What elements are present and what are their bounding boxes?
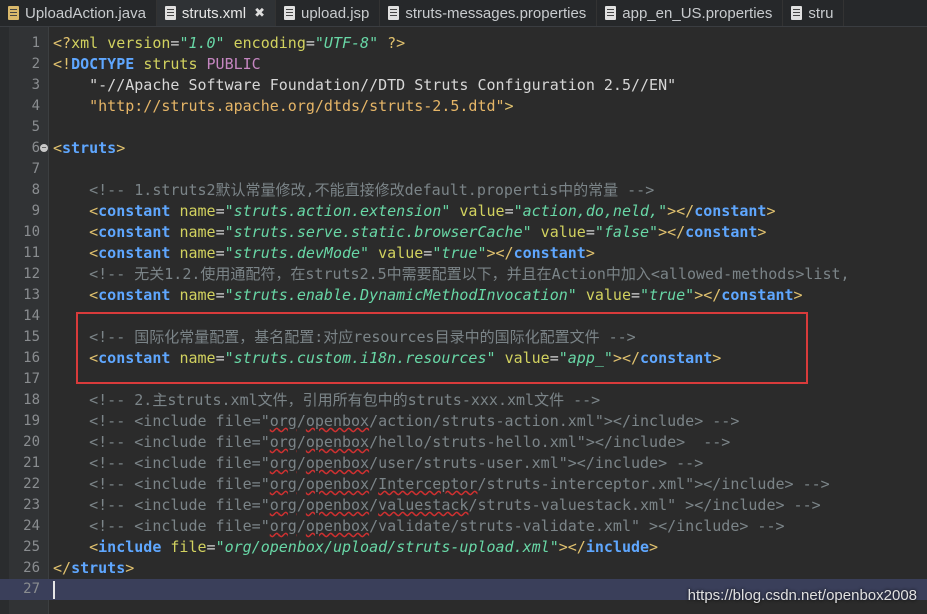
code-text: <!-- <include file="org/openbox/user/str… <box>89 454 704 472</box>
code-line[interactable]: 11 <constant name="struts.devMode" value… <box>0 243 927 264</box>
line-number: 21 <box>23 455 40 471</box>
line-number: 11 <box>23 245 40 261</box>
code-line[interactable]: 9 <constant name="struts.action.extensio… <box>0 201 927 222</box>
code-line[interactable]: 18 <!-- 2.主struts.xml文件，引用所有包中的struts-xx… <box>0 390 927 411</box>
code-line[interactable]: 21 <!-- <include file="org/openbox/user/… <box>0 453 927 474</box>
xml-file-icon <box>791 6 803 20</box>
code-text: <include file="org/openbox/upload/struts… <box>89 538 659 556</box>
code-text: <constant name="struts.devMode" value="t… <box>89 244 595 262</box>
code-text: <!-- 无关1.2.使用通配符，在struts2.5中需要配置以下，并且在Ac… <box>89 265 850 283</box>
tab-label: upload.jsp <box>301 4 370 22</box>
code-line[interactable]: 5 <box>0 117 927 138</box>
code-line[interactable]: 10 <constant name="struts.serve.static.b… <box>0 222 927 243</box>
code-text: <struts> <box>53 139 126 157</box>
code-line[interactable]: 12 <!-- 无关1.2.使用通配符，在struts2.5中需要配置以下，并且… <box>0 264 927 285</box>
fold-toggle-icon[interactable]: − <box>40 144 48 152</box>
code-line[interactable]: 14 <box>0 306 927 327</box>
java-file-icon <box>8 6 19 20</box>
line-number: 4 <box>31 98 40 114</box>
line-number: 22 <box>23 476 40 492</box>
code-line[interactable]: 2 <!DOCTYPE struts PUBLIC <box>0 54 927 75</box>
tab-label: app_en_US.properties <box>622 4 773 22</box>
tab-label: struts-messages.properties <box>405 4 587 22</box>
code-text: <!-- 1.struts2默认常量修改,不能直接修改default.prope… <box>89 181 655 199</box>
code-text: <?xml version="1.0" encoding="UTF-8" ?> <box>53 34 406 52</box>
line-number: 26 <box>23 560 40 576</box>
code-line[interactable]: 16 <constant name="struts.custom.i18n.re… <box>0 348 927 369</box>
watermark: https://blog.csdn.net/openbox2008 <box>687 587 917 604</box>
code-text: <!-- <include file="org/openbox/valuesta… <box>89 496 821 514</box>
code-text: <!-- 2.主struts.xml文件，引用所有包中的struts-xxx.x… <box>89 391 601 409</box>
code-text: <!DOCTYPE struts PUBLIC <box>53 55 261 73</box>
tab-upload-jsp[interactable]: upload.jsp <box>276 0 381 26</box>
line-number: 2 <box>31 56 40 72</box>
code-line[interactable]: 20 <!-- <include file="org/openbox/hello… <box>0 432 927 453</box>
code-line[interactable]: 19 <!-- <include file="org/openbox/actio… <box>0 411 927 432</box>
tab-struts-messages-properties[interactable]: struts-messages.properties <box>380 0 598 26</box>
properties-file-icon <box>605 6 617 20</box>
code-line[interactable]: 23 <!-- <include file="org/openbox/value… <box>0 495 927 516</box>
line-number: 23 <box>23 497 40 513</box>
code-line[interactable]: 26 </struts> <box>0 558 927 579</box>
code-line[interactable]: 7 <box>0 159 927 180</box>
line-number: 12 <box>23 266 40 282</box>
code-text: <!-- <include file="org/openbox/hello/st… <box>89 433 731 451</box>
code-text: <constant name="struts.enable.DynamicMet… <box>89 286 803 304</box>
tab-label: struts.xml <box>181 4 247 22</box>
code-text: <constant name="struts.custom.i18n.resou… <box>89 349 722 367</box>
code-editor[interactable]: 1 <?xml version="1.0" encoding="UTF-8" ?>… <box>0 27 927 614</box>
properties-file-icon <box>388 6 400 20</box>
code-line[interactable]: 15 <!-- 国际化常量配置，基名配置:对应resources目录中的国际化配… <box>0 327 927 348</box>
line-number: 19 <box>23 413 40 429</box>
line-number: 27 <box>23 581 40 597</box>
code-line[interactable]: 22 <!-- <include file="org/openbox/Inter… <box>0 474 927 495</box>
text-cursor <box>53 581 55 599</box>
code-text: <!-- <include file="org/openbox/Intercep… <box>89 475 830 493</box>
code-line[interactable]: 3 "-//Apache Software Foundation//DTD St… <box>0 75 927 96</box>
code-text: </struts> <box>53 559 135 577</box>
code-text: "-//Apache Software Foundation//DTD Stru… <box>89 76 677 94</box>
code-line[interactable]: 13 <constant name="struts.enable.Dynamic… <box>0 285 927 306</box>
line-number: 14 <box>23 308 40 324</box>
line-number: 24 <box>23 518 40 534</box>
tab-stru[interactable]: stru <box>783 0 845 26</box>
tab-struts-xml[interactable]: struts.xml ✖ <box>156 0 276 26</box>
code-text: <!-- <include file="org/openbox/action/s… <box>89 412 740 430</box>
line-number: 6 <box>31 140 40 156</box>
tab-uploadaction-java[interactable]: UploadAction.java <box>0 0 157 26</box>
code-text: <constant name="struts.serve.static.brow… <box>89 223 767 241</box>
tab-label: stru <box>808 4 834 22</box>
line-number: 5 <box>31 119 40 135</box>
line-number: 9 <box>31 203 40 219</box>
line-number: 3 <box>31 77 40 93</box>
line-number: 10 <box>23 224 40 240</box>
line-number: 17 <box>23 371 40 387</box>
code-text: "http://struts.apache.org/dtds/struts-2.… <box>89 97 514 115</box>
editor-tab-bar: UploadAction.java struts.xml ✖ upload.jsp st… <box>0 0 927 27</box>
close-tab-icon[interactable]: ✖ <box>254 5 265 21</box>
tab-label: UploadAction.java <box>25 4 146 22</box>
tab-app-en-us-properties[interactable]: app_en_US.properties <box>597 0 784 26</box>
code-line[interactable]: 17 <box>0 369 927 390</box>
line-number: 7 <box>31 161 40 177</box>
code-line[interactable]: 4 "http://struts.apache.org/dtds/struts-… <box>0 96 927 117</box>
code-text: <constant name="struts.action.extension"… <box>89 202 776 220</box>
code-line[interactable]: 24 <!-- <include file="org/openbox/valid… <box>0 516 927 537</box>
line-number: 18 <box>23 392 40 408</box>
code-line[interactable]: 1 <?xml version="1.0" encoding="UTF-8" ?> <box>0 33 927 54</box>
xml-file-icon <box>164 6 176 20</box>
code-line[interactable]: 6− <struts> <box>0 138 927 159</box>
line-number: 16 <box>23 350 40 366</box>
line-number: 8 <box>31 182 40 198</box>
code-text: <!-- <include file="org/openbox/validate… <box>89 517 785 535</box>
line-number: 13 <box>23 287 40 303</box>
code-line[interactable]: 8 <!-- 1.struts2默认常量修改,不能直接修改default.pro… <box>0 180 927 201</box>
line-number: 25 <box>23 539 40 555</box>
line-number: 1 <box>31 35 40 51</box>
line-number: 15 <box>23 329 40 345</box>
line-number: 20 <box>23 434 40 450</box>
code-line[interactable]: 25 <include file="org/openbox/upload/str… <box>0 537 927 558</box>
code-text: <!-- 国际化常量配置，基名配置:对应resources目录中的国际化配置文件… <box>89 328 636 346</box>
jsp-file-icon <box>284 6 295 20</box>
